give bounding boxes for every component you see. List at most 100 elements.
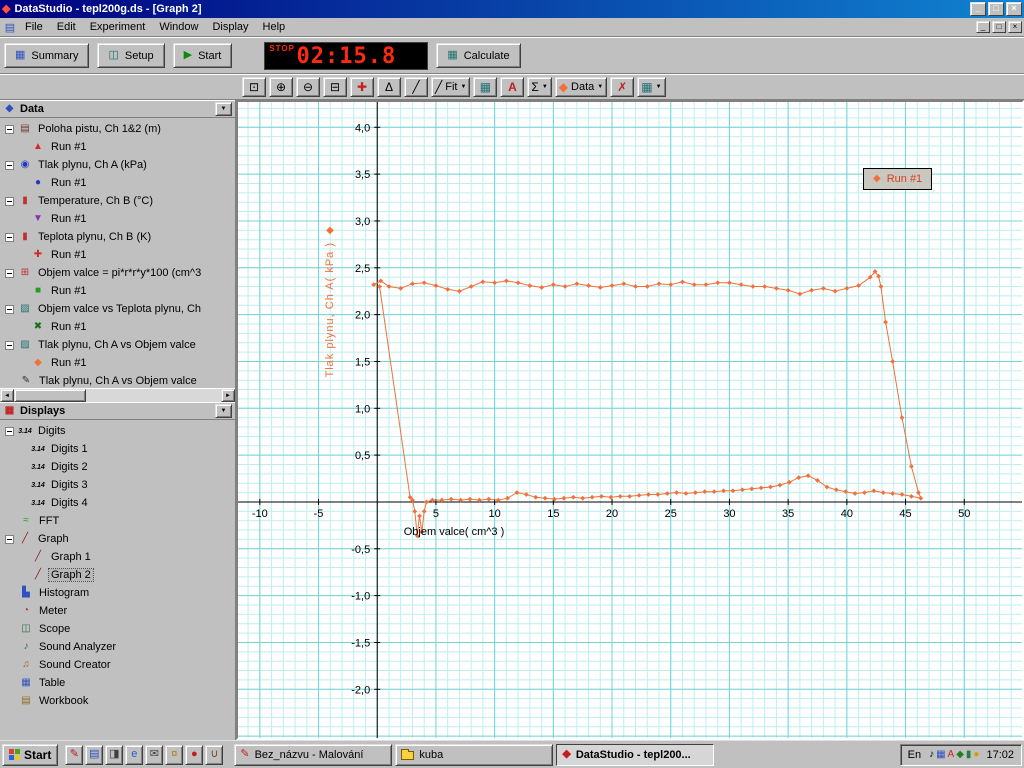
child-minimize-icon[interactable]: _ xyxy=(976,21,990,33)
child-restore-icon[interactable]: □ xyxy=(992,21,1006,33)
graph-canvas[interactable]: -10 -5 5 10 15 20 25 30 35 40 45 50 4,0 3,5 3,0 2,5 2,0 1… xyxy=(238,102,1022,738)
datastudio-app-icon[interactable]: ◆ xyxy=(2,3,10,15)
data-tree-row[interactable]: ▮ Temperature, Ch B (°C) xyxy=(0,192,235,210)
menu-item[interactable]: Help xyxy=(256,19,293,35)
start-menu-button[interactable]: Start xyxy=(2,743,59,766)
zoom-select-button[interactable]: ⊟ xyxy=(323,77,347,97)
notes-icon[interactable]: ▤ xyxy=(85,744,104,765)
scheduler-icon[interactable]: ◆ xyxy=(956,749,964,760)
opera-icon[interactable]: ● xyxy=(185,744,204,765)
display-tree-row[interactable]: ╱ Graph xyxy=(0,530,235,548)
scrollbar-track[interactable] xyxy=(86,389,221,402)
collapse-icon[interactable] xyxy=(5,124,14,134)
display-tree-row[interactable]: ╱ Graph 2 xyxy=(0,566,235,584)
task-button-datastudio[interactable]: ◆ DataStudio - tepl200... xyxy=(556,743,715,766)
display-settings-icon[interactable]: ▦ xyxy=(936,749,945,760)
data-tree-row[interactable]: ⊞ Objem valce = pi*r*r*y*100 (cm^3 xyxy=(0,264,235,282)
data-tree-row[interactable]: ▲ Run #1 xyxy=(0,138,235,156)
text-annotation-button[interactable]: A xyxy=(500,77,525,97)
display-tree-row[interactable]: 3.14 Digits 2 xyxy=(0,458,235,476)
printer-icon[interactable]: ◨ xyxy=(105,744,124,765)
collapse-icon[interactable] xyxy=(5,340,14,350)
scrollbar-thumb[interactable] xyxy=(14,389,86,402)
statistics-dropdown-button[interactable]: Σ ▼ xyxy=(527,77,552,97)
scroll-left-icon[interactable]: ◄ xyxy=(0,389,14,402)
display-tree-row[interactable]: ◫ Scope xyxy=(0,620,235,638)
data-tree-row[interactable]: ▨ Tlak plynu, Ch A vs Objem valce xyxy=(0,336,235,354)
mail-icon[interactable]: ✉ xyxy=(145,744,164,765)
document-icon[interactable]: ▤ xyxy=(2,21,18,34)
java-icon[interactable]: ∪ xyxy=(205,744,224,765)
minimize-icon[interactable]: _ xyxy=(970,2,986,16)
data-panel-dropdown-icon[interactable]: ▼ xyxy=(215,102,232,116)
volume-icon[interactable]: ♪ xyxy=(929,749,934,760)
collapse-icon[interactable] xyxy=(5,304,14,314)
menu-item[interactable]: Experiment xyxy=(83,19,153,35)
data-tree-row[interactable]: ◉ Tlak plynu, Ch A (kPa) xyxy=(0,156,235,174)
close-icon[interactable]: × xyxy=(1006,2,1022,16)
child-close-icon[interactable]: × xyxy=(1008,21,1022,33)
display-tree-row[interactable]: 3.14 Digits xyxy=(0,422,235,440)
scale-to-fit-button[interactable]: ⊡ xyxy=(242,77,266,97)
zoom-in-button[interactable]: ⊕ xyxy=(269,77,293,97)
delta-tool-button[interactable]: Δ xyxy=(377,77,401,97)
modem-icon[interactable]: ▮ xyxy=(966,749,972,760)
collapse-icon[interactable] xyxy=(5,160,14,170)
display-tree-row[interactable]: ▤ Workbook xyxy=(0,692,235,710)
data-tree-row[interactable]: ◆ Run #1 xyxy=(0,354,235,372)
display-tree-row[interactable]: ♪ Sound Analyzer xyxy=(0,638,235,656)
collapse-icon[interactable] xyxy=(5,232,14,242)
collapse-icon[interactable] xyxy=(5,426,14,436)
remove-data-button[interactable]: ✗ xyxy=(610,77,635,97)
menu-item[interactable]: Display xyxy=(205,19,255,35)
setup-button[interactable]: ◫ Setup xyxy=(97,43,165,68)
data-tree-row[interactable]: ✎ Tlak plynu, Ch A vs Objem valce xyxy=(0,372,235,388)
zoom-out-button[interactable]: ⊖ xyxy=(296,77,320,97)
smart-tool-button[interactable]: ✚ xyxy=(350,77,374,97)
y-axis-label-group[interactable]: ◆ Tlak plynu, Ch A( kPa ) xyxy=(324,226,336,378)
keyboard-language-indicator[interactable]: En xyxy=(908,749,921,761)
display-tree-row[interactable]: 3.14 Digits 4 xyxy=(0,494,235,512)
restore-icon[interactable]: □ xyxy=(988,2,1004,16)
display-tree-row[interactable]: ▙ Histogram xyxy=(0,584,235,602)
task-button-paint[interactable]: ✎ Bez_názvu - Malování xyxy=(234,743,393,766)
summary-button[interactable]: ▦ Summary xyxy=(4,43,90,68)
data-tree-row[interactable]: ▨ Objem valce vs Teplota plynu, Ch xyxy=(0,300,235,318)
clock-agent-icon[interactable]: ● xyxy=(973,749,979,760)
legend[interactable]: ◆ Run #1 xyxy=(863,168,933,190)
collapse-icon[interactable] xyxy=(5,196,14,206)
displays-panel-header[interactable]: ▦ Displays ▼ xyxy=(0,402,235,420)
data-tree-row[interactable]: ▤ Poloha pistu, Ch 1&2 (m) xyxy=(0,120,235,138)
collapse-icon[interactable] xyxy=(5,268,14,278)
x-axis-label[interactable]: Objem valce( cm^3 ) xyxy=(344,526,564,538)
display-tree-row[interactable]: ◔ Meter xyxy=(0,602,235,620)
task-button-folder[interactable]: kuba xyxy=(395,743,554,766)
data-tree-row[interactable]: ■ Run #1 xyxy=(0,282,235,300)
antivirus-icon[interactable]: A xyxy=(948,749,955,760)
fit-dropdown-button[interactable]: ╱ Fit ▼ xyxy=(431,77,471,97)
menu-item[interactable]: Window xyxy=(152,19,205,35)
data-dropdown-button[interactable]: ◆ Data ▼ xyxy=(554,77,608,97)
display-tree-row[interactable]: 3.14 Digits 1 xyxy=(0,440,235,458)
data-tree-row[interactable]: ● Run #1 xyxy=(0,174,235,192)
display-tree-row[interactable]: ▦ Table xyxy=(0,674,235,692)
calculate-tool-button[interactable]: ▦ xyxy=(473,77,498,97)
menu-item[interactable]: File xyxy=(18,19,50,35)
pen-icon[interactable]: ✎ xyxy=(65,744,84,765)
data-tree-row[interactable]: ▼ Run #1 xyxy=(0,210,235,228)
display-tree-row[interactable]: ♫ Sound Creator xyxy=(0,656,235,674)
data-tree-row[interactable]: ✖ Run #1 xyxy=(0,318,235,336)
menu-item[interactable]: Edit xyxy=(50,19,83,35)
display-tree-row[interactable]: ╱ Graph 1 xyxy=(0,548,235,566)
displays-panel-dropdown-icon[interactable]: ▼ xyxy=(215,404,232,418)
slope-tool-button[interactable]: ╱ xyxy=(404,77,428,97)
data-tree-row[interactable]: ▮ Teplota plynu, Ch B (K) xyxy=(0,228,235,246)
display-tree-row[interactable]: 3.14 Digits 3 xyxy=(0,476,235,494)
calculate-button[interactable]: ▦ Calculate xyxy=(436,43,521,68)
collapse-icon[interactable] xyxy=(5,534,14,544)
internet-explorer-icon[interactable]: e xyxy=(125,744,144,765)
start-button[interactable]: ▶ Start xyxy=(172,43,233,68)
graph-settings-button[interactable]: ▦ ▼ xyxy=(637,77,666,97)
keys-icon[interactable]: ¤ xyxy=(165,744,184,765)
display-tree-row[interactable]: ≈ FFT xyxy=(0,512,235,530)
